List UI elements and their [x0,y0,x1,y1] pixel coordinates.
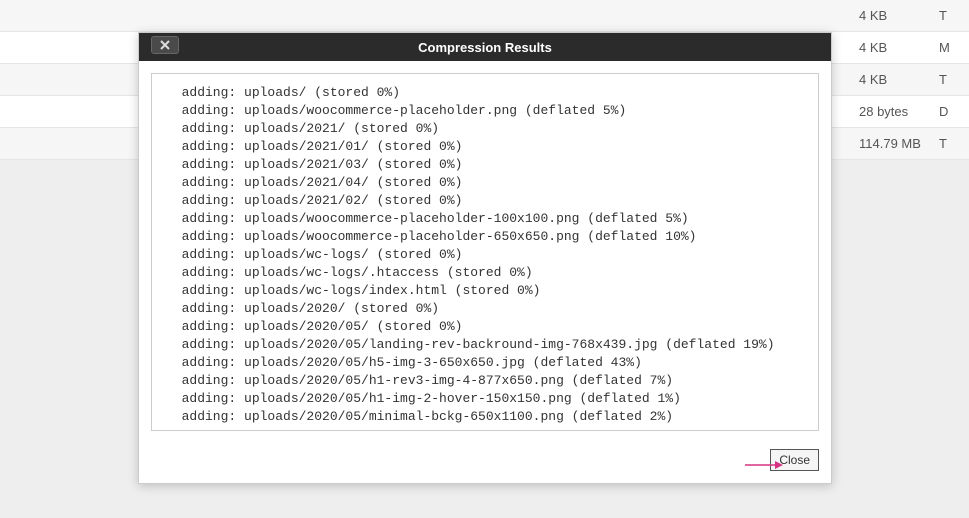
file-type: D [939,104,959,119]
dialog-body: adding: uploads/ (stored 0%) adding: upl… [139,61,831,443]
file-type: T [939,72,959,87]
file-type: M [939,40,959,55]
file-size: 28 bytes [859,104,939,119]
close-x-button[interactable] [151,36,179,54]
compression-log[interactable]: adding: uploads/ (stored 0%) adding: upl… [151,73,819,431]
file-type: T [939,136,959,151]
close-icon [160,38,170,53]
compression-results-dialog: Compression Results adding: uploads/ (st… [138,32,832,484]
file-type: T [939,8,959,23]
file-size: 4 KB [859,8,939,23]
file-size: 4 KB [859,72,939,87]
file-size: 114.79 MB [859,136,939,151]
annotation-arrow [743,458,783,475]
dialog-title: Compression Results [418,40,552,55]
dialog-footer: Close [139,443,831,483]
file-size: 4 KB [859,40,939,55]
table-row[interactable]: 4 KB T [0,0,969,32]
dialog-header: Compression Results [139,33,831,61]
